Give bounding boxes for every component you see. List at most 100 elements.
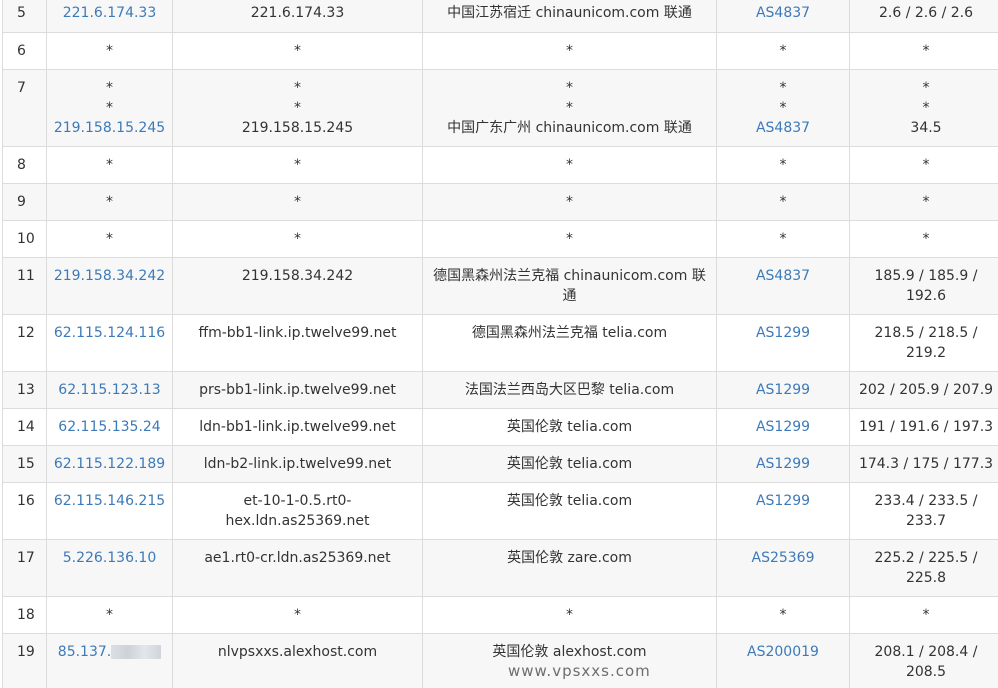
cell-host: nlvpsxxs.alexhost.com xyxy=(172,633,423,688)
cell-hop: 10 xyxy=(2,220,47,258)
geo-text: * xyxy=(566,607,573,623)
cell-as: AS25369 xyxy=(716,539,850,597)
as-link[interactable]: AS200019 xyxy=(747,644,819,660)
cell-ip: 62.115.135.24 xyxy=(46,408,173,446)
cell-hop: 12 xyxy=(2,314,47,372)
cell-geo: 德国黑森州法兰克福 telia.com xyxy=(422,314,717,372)
as-link[interactable]: AS4837 xyxy=(756,5,810,21)
as-link[interactable]: AS4837 xyxy=(756,120,810,136)
cell-rtt: 233.4 / 233.5 / 233.7 xyxy=(849,482,998,540)
ip-link[interactable]: 219.158.15.245 xyxy=(54,120,165,136)
cell-host: * xyxy=(172,32,423,70)
hop-text: 13 xyxy=(17,382,35,398)
geo-text: 德国黑森州法兰克福 telia.com xyxy=(471,325,668,341)
cell-as: AS1299 xyxy=(716,408,850,446)
as-link[interactable]: AS1299 xyxy=(756,382,810,398)
ip-link[interactable]: 62.115.135.24 xyxy=(58,419,160,435)
host-text: * xyxy=(294,80,301,96)
geo-text: 英国伦敦 telia.com xyxy=(506,493,633,509)
as-text: * xyxy=(779,607,787,623)
cell-ip: 62.115.124.116 xyxy=(46,314,173,372)
geo-text: * xyxy=(566,194,573,210)
cell-geo: 英国伦敦 telia.com xyxy=(422,482,717,540)
host-text: * xyxy=(294,607,301,623)
host-text: * xyxy=(294,231,301,247)
as-text: * xyxy=(779,194,787,210)
traceroute-table: 5 221.6.174.33 221.6.174.33 中国江苏宿迁 chinauni… xyxy=(2,0,998,688)
cell-geo: * xyxy=(422,596,717,634)
cell-as: * xyxy=(716,596,850,634)
cell-geo: * xyxy=(422,146,717,184)
cell-host: 219.158.34.242 xyxy=(172,257,423,315)
ip-link[interactable]: 219.158.34.242 xyxy=(54,268,165,284)
table-row: 17 5.226.136.10 ae1.rt0-cr.ldn.as25369.net… xyxy=(2,539,998,597)
ip-link[interactable]: 62.115.146.215 xyxy=(54,493,165,509)
cell-ip: 62.115.122.189 xyxy=(46,445,173,483)
ip-text: * xyxy=(106,80,113,96)
rtt-text: * xyxy=(922,194,930,210)
hop-text: 18 xyxy=(17,607,35,623)
cell-rtt: 208.1 / 208.4 / 208.5 xyxy=(849,633,998,688)
ip-text: * xyxy=(106,100,113,116)
cell-ip: * xyxy=(46,183,173,221)
ip-link[interactable]: 62.115.123.13 xyxy=(58,382,160,398)
table-row: 12 62.115.124.116 ffm-bb1-link.ip.twelve99… xyxy=(2,314,998,372)
cell-geo: 英国伦敦 telia.com xyxy=(422,408,717,446)
as-link[interactable]: AS4837 xyxy=(756,268,810,284)
table-row: 15 62.115.122.189 ldn-b2-link.ip.twelve99.… xyxy=(2,445,998,483)
cell-as: AS1299 xyxy=(716,371,850,409)
cell-as: AS1299 xyxy=(716,314,850,372)
cell-geo: * * 中国广东广州 chinaunicom.com 联通 xyxy=(422,69,717,147)
rtt-text: 225.8 xyxy=(905,570,947,586)
rtt-text: * xyxy=(922,80,930,96)
table-row: 8 * * * * * xyxy=(2,146,998,184)
cell-ip: * * 219.158.15.245 xyxy=(46,69,173,147)
table-row: 14 62.115.135.24 ldn-bb1-link.ip.twelve99.… xyxy=(2,408,998,446)
cell-host: ffm-bb1-link.ip.twelve99.net xyxy=(172,314,423,372)
cell-host: prs-bb1-link.ip.twelve99.net xyxy=(172,371,423,409)
cell-as: AS1299 xyxy=(716,482,850,540)
rtt-text: 202 / 205.9 / 207.9 xyxy=(858,382,994,398)
cell-ip: * xyxy=(46,220,173,258)
cell-hop: 5 xyxy=(2,0,47,33)
geo-text: * xyxy=(566,157,573,173)
as-link[interactable]: AS1299 xyxy=(756,325,810,341)
ip-text: * xyxy=(106,43,113,59)
host-text: prs-bb1-link.ip.twelve99.net xyxy=(199,382,396,398)
cell-geo: 英国伦敦 zare.com xyxy=(422,539,717,597)
table-row: 13 62.115.123.13 prs-bb1-link.ip.twelve99.… xyxy=(2,371,998,409)
as-text: * xyxy=(779,157,787,173)
cell-as: AS200019 xyxy=(716,633,850,688)
ip-link[interactable]: 221.6.174.33 xyxy=(63,5,157,21)
ip-link[interactable]: 62.115.124.116 xyxy=(54,325,165,341)
geo-text: * xyxy=(566,100,573,116)
host-text: * xyxy=(294,100,301,116)
cell-geo: 德国黑森州法兰克福 chinaunicom.com 联通 xyxy=(422,257,717,315)
as-link[interactable]: AS1299 xyxy=(756,419,810,435)
rtt-text: 192.6 xyxy=(905,288,947,304)
cell-ip: 221.6.174.33 xyxy=(46,0,173,33)
cell-rtt: * xyxy=(849,146,998,184)
hop-text: 7 xyxy=(17,80,26,96)
cell-as: * xyxy=(716,183,850,221)
host-text: ldn-bb1-link.ip.twelve99.net xyxy=(199,419,396,435)
cell-hop: 9 xyxy=(2,183,47,221)
host-text: et-10-1-0.5.rt0- xyxy=(243,493,352,509)
ip-link[interactable]: 85.137. xyxy=(58,644,111,660)
as-link[interactable]: AS1299 xyxy=(756,456,810,472)
as-text: * xyxy=(779,100,787,116)
cell-host: ldn-bb1-link.ip.twelve99.net xyxy=(172,408,423,446)
hop-text: 11 xyxy=(17,268,35,284)
cell-rtt: * xyxy=(849,596,998,634)
host-text: 221.6.174.33 xyxy=(250,5,345,21)
rtt-text: * xyxy=(922,231,930,247)
as-link[interactable]: AS25369 xyxy=(752,550,815,566)
host-text: ldn-b2-link.ip.twelve99.net xyxy=(203,456,392,472)
as-link[interactable]: AS1299 xyxy=(756,493,810,509)
cell-ip: 5.226.136.10 xyxy=(46,539,173,597)
cell-rtt: * xyxy=(849,220,998,258)
host-text: * xyxy=(294,43,301,59)
ip-link[interactable]: 62.115.122.189 xyxy=(54,456,165,472)
geo-text: * xyxy=(566,231,573,247)
ip-link[interactable]: 5.226.136.10 xyxy=(63,550,157,566)
